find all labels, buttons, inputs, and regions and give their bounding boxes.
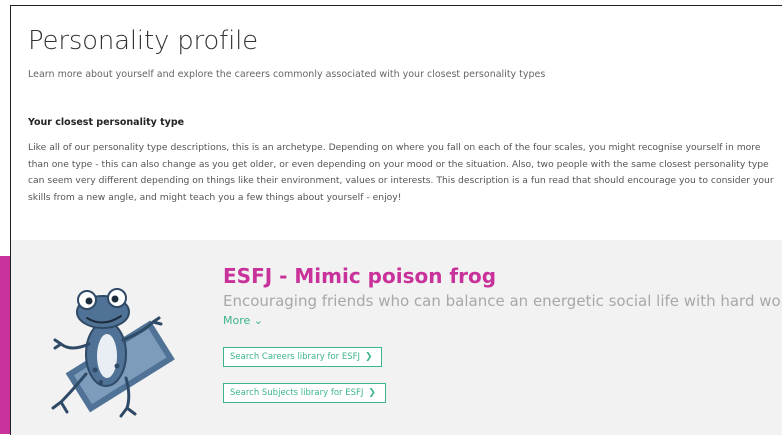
frog-illustration — [51, 288, 175, 418]
chevron-right-icon: ❯ — [368, 388, 376, 398]
personality-result-panel: ESFJ - Mimic poison frog Encouraging fri… — [11, 240, 782, 435]
search-careers-button[interactable]: Search Careers library for ESFJ ❯ — [223, 347, 382, 367]
personality-type-title: ESFJ - Mimic poison frog — [223, 264, 497, 288]
profile-page: Personality profile Learn more about you… — [10, 5, 782, 435]
chevron-down-icon: ⌄ — [253, 314, 263, 327]
page-title: Personality profile — [28, 26, 258, 56]
page-subtitle: Learn more about yourself and explore th… — [28, 69, 546, 80]
personality-type-tagline: Encouraging friends who can balance an e… — [223, 292, 782, 310]
more-link[interactable]: More ⌄ — [223, 314, 263, 327]
section-description: Like all of our personality type descrip… — [28, 142, 774, 203]
more-link-label: More — [223, 314, 251, 327]
chevron-right-icon: ❯ — [365, 352, 373, 362]
magenta-side-strip — [0, 256, 10, 434]
search-careers-label: Search Careers library for ESFJ — [230, 352, 361, 362]
section-heading: Your closest personality type — [28, 117, 185, 128]
search-subjects-button[interactable]: Search Subjects library for ESFJ ❯ — [223, 383, 386, 403]
search-subjects-label: Search Subjects library for ESFJ — [230, 388, 364, 398]
